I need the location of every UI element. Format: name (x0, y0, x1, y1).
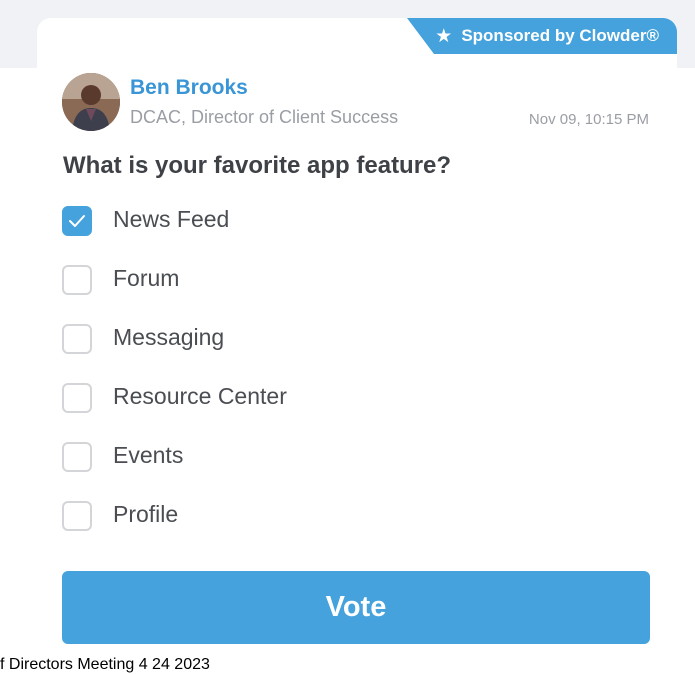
avatar[interactable] (62, 73, 120, 131)
post-timestamp: Nov 09, 10:15 PM (528, 111, 649, 128)
poll-option-news-feed[interactable]: News Feed (62, 206, 652, 265)
poll-option-forum[interactable]: Forum (62, 265, 652, 324)
poll-option-resource-center[interactable]: Resource Center (62, 383, 652, 442)
sponsored-banner: ★ Sponsored by Clowder® (407, 18, 677, 54)
option-label: Resource Center (113, 383, 287, 409)
poll-option-events[interactable]: Events (62, 442, 652, 501)
checkbox[interactable] (62, 501, 92, 531)
poll-option-profile[interactable]: Profile (62, 501, 652, 560)
poll-question: What is your favorite app feature? (63, 152, 452, 179)
checkbox[interactable] (62, 265, 92, 295)
star-icon: ★ (435, 25, 453, 47)
author-name[interactable]: Ben Brooks (130, 76, 248, 100)
option-label: Profile (113, 501, 179, 527)
author-title: DCAC, Director of Client Success (130, 107, 399, 127)
footer-caption: f Directors Meeting 4 24 2023 (0, 656, 214, 674)
checkbox[interactable] (62, 442, 92, 472)
option-label: News Feed (113, 206, 230, 232)
poll-option-messaging[interactable]: Messaging (62, 324, 652, 383)
checkmark-icon (69, 215, 85, 227)
checkbox-checked[interactable] (62, 206, 92, 236)
option-label: Messaging (113, 324, 225, 350)
poll-card: ★ Sponsored by Clowder® Ben Brooks DCAC,… (37, 18, 677, 658)
sponsored-label: Sponsored by Clowder® (461, 26, 659, 45)
checkbox[interactable] (62, 383, 92, 413)
checkbox[interactable] (62, 324, 92, 354)
user-avatar-icon (62, 73, 120, 131)
option-label: Forum (113, 265, 180, 291)
poll-options: News Feed Forum Messaging Resource Cente… (62, 206, 652, 560)
vote-button[interactable]: Vote (62, 571, 650, 644)
option-label: Events (113, 442, 184, 468)
